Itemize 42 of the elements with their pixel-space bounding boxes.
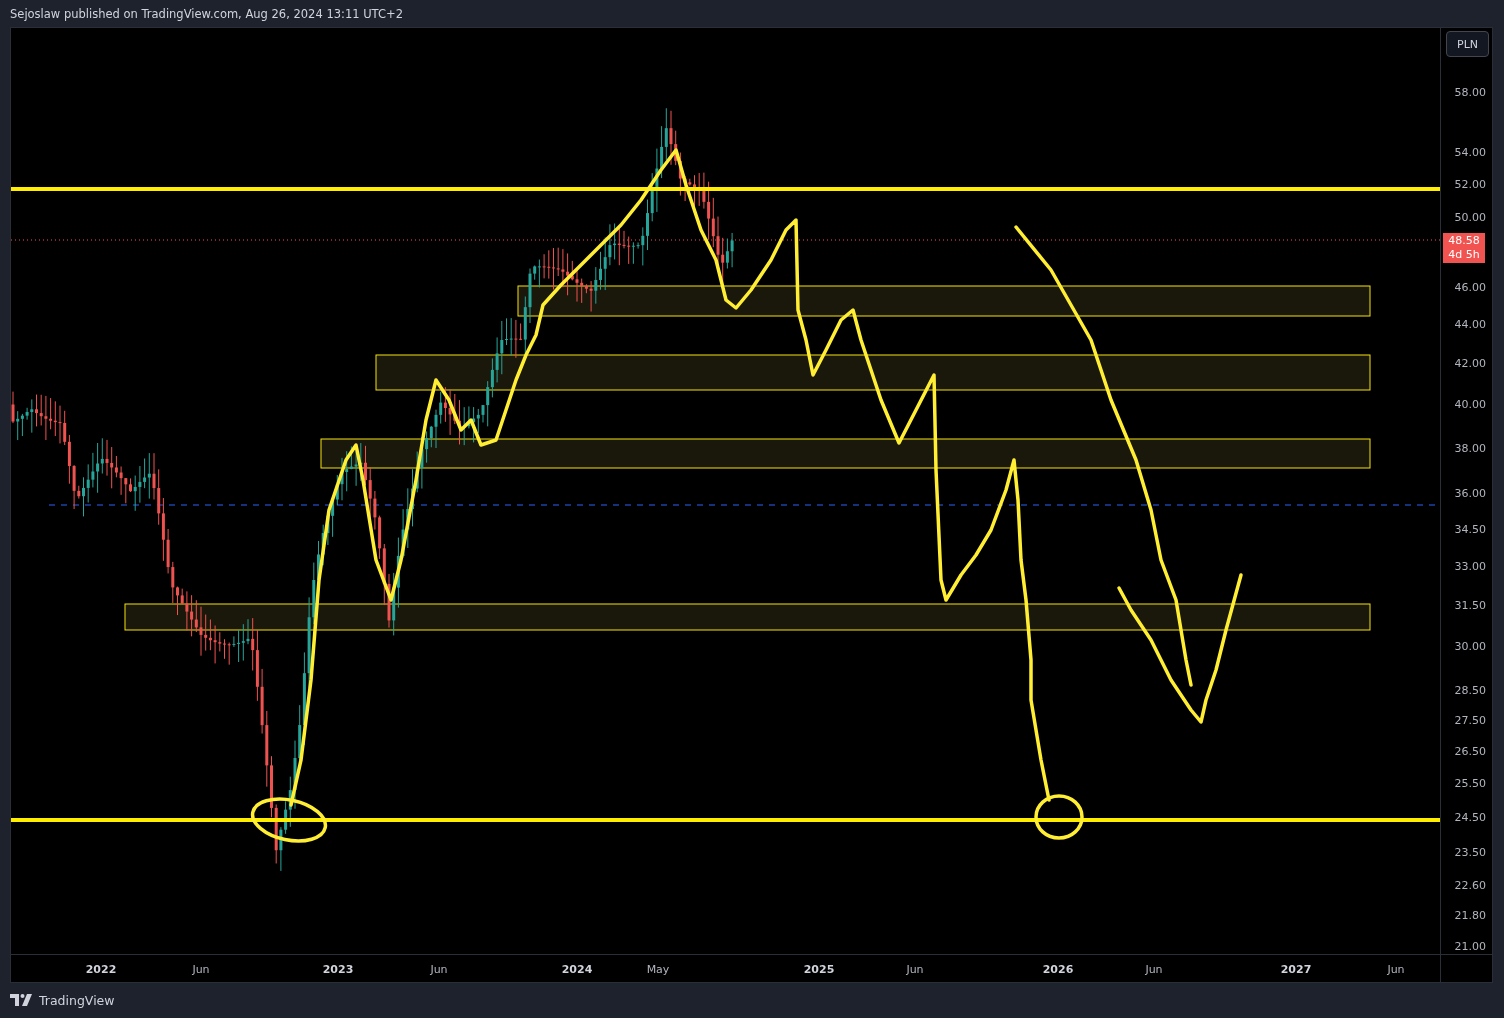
- price-label: 52.00: [1454, 177, 1486, 191]
- time-label: 2023: [322, 962, 354, 975]
- price-label: 26.50: [1454, 744, 1486, 758]
- price-label: 24.50: [1454, 810, 1486, 824]
- price-label: 33.00: [1454, 559, 1486, 573]
- price-label: 44.00: [1454, 317, 1486, 331]
- time-label: Jun: [906, 962, 924, 975]
- price-label: 50.00: [1454, 210, 1486, 224]
- last-price: 48.58: [1448, 234, 1480, 248]
- time-label: Jun: [1145, 962, 1163, 975]
- price-label: 28.50: [1454, 683, 1486, 697]
- price-label: 46.00: [1454, 280, 1486, 294]
- price-label: 27.50: [1454, 713, 1486, 727]
- price-label: 22.60: [1454, 878, 1486, 892]
- time-label: 2026: [1042, 962, 1074, 975]
- time-label: Jun: [430, 962, 448, 975]
- bar-countdown: 4d 5h: [1448, 248, 1480, 262]
- price-label: 34.50: [1454, 522, 1486, 536]
- price-label: 42.00: [1454, 356, 1486, 370]
- price-label: 25.50: [1454, 776, 1486, 790]
- logo-icon: [10, 994, 33, 1006]
- price-label: 40.00: [1454, 398, 1486, 411]
- time-label: 2027: [1280, 962, 1312, 975]
- time-label: 2025: [803, 962, 835, 975]
- price-label: 30.00: [1454, 639, 1486, 653]
- time-label: Jun: [192, 962, 210, 975]
- price-label: 54.00: [1454, 145, 1486, 159]
- price-label: 21.80: [1454, 908, 1486, 922]
- price-label: 31.50: [1454, 598, 1486, 612]
- time-label: May: [646, 962, 670, 975]
- freehand-circle: [1034, 794, 1084, 840]
- publish-info: Sejoslaw published on TradingView.com, Aug 26, 2024 13:11 UTC+2: [10, 6, 403, 21]
- price-label: 23.50: [1454, 845, 1486, 859]
- brand-name: TradingView: [39, 992, 115, 1008]
- price-label: 36.00: [1454, 486, 1486, 500]
- currency-button[interactable]: PLN: [1446, 31, 1489, 57]
- price-label: 58.00: [1454, 85, 1486, 99]
- time-label: 2022: [85, 962, 117, 975]
- time-label: Jun: [1387, 962, 1405, 975]
- price-label: 21.00: [1454, 939, 1486, 953]
- time-label: 2024: [561, 962, 593, 975]
- price-label: 38.00: [1454, 441, 1486, 455]
